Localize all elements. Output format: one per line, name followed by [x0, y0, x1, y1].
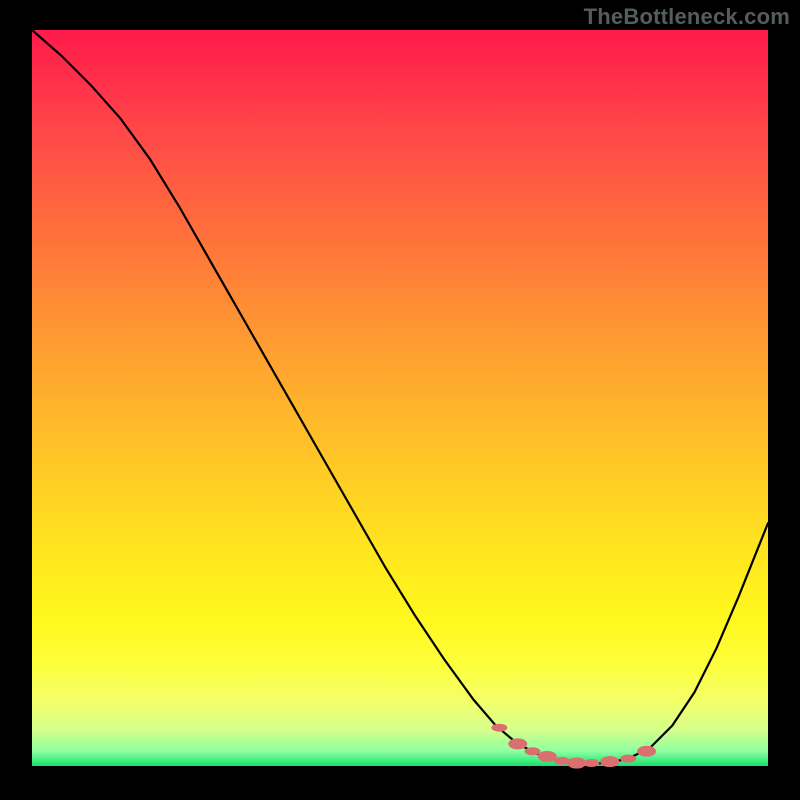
marker-dot	[524, 747, 540, 755]
marker-dot	[583, 759, 599, 767]
marker-dot	[620, 755, 636, 763]
curve-layer	[32, 30, 768, 766]
marker-dot	[567, 758, 586, 769]
plot-area	[32, 30, 768, 766]
marker-dot	[538, 751, 557, 762]
marker-dot	[600, 756, 619, 767]
marker-dot	[508, 738, 527, 749]
main-curve	[32, 30, 768, 764]
marker-dot	[491, 724, 507, 732]
marker-dot	[637, 746, 656, 757]
marker-group	[491, 724, 656, 769]
watermark-text: TheBottleneck.com	[584, 4, 790, 30]
chart-container: TheBottleneck.com	[0, 0, 800, 800]
